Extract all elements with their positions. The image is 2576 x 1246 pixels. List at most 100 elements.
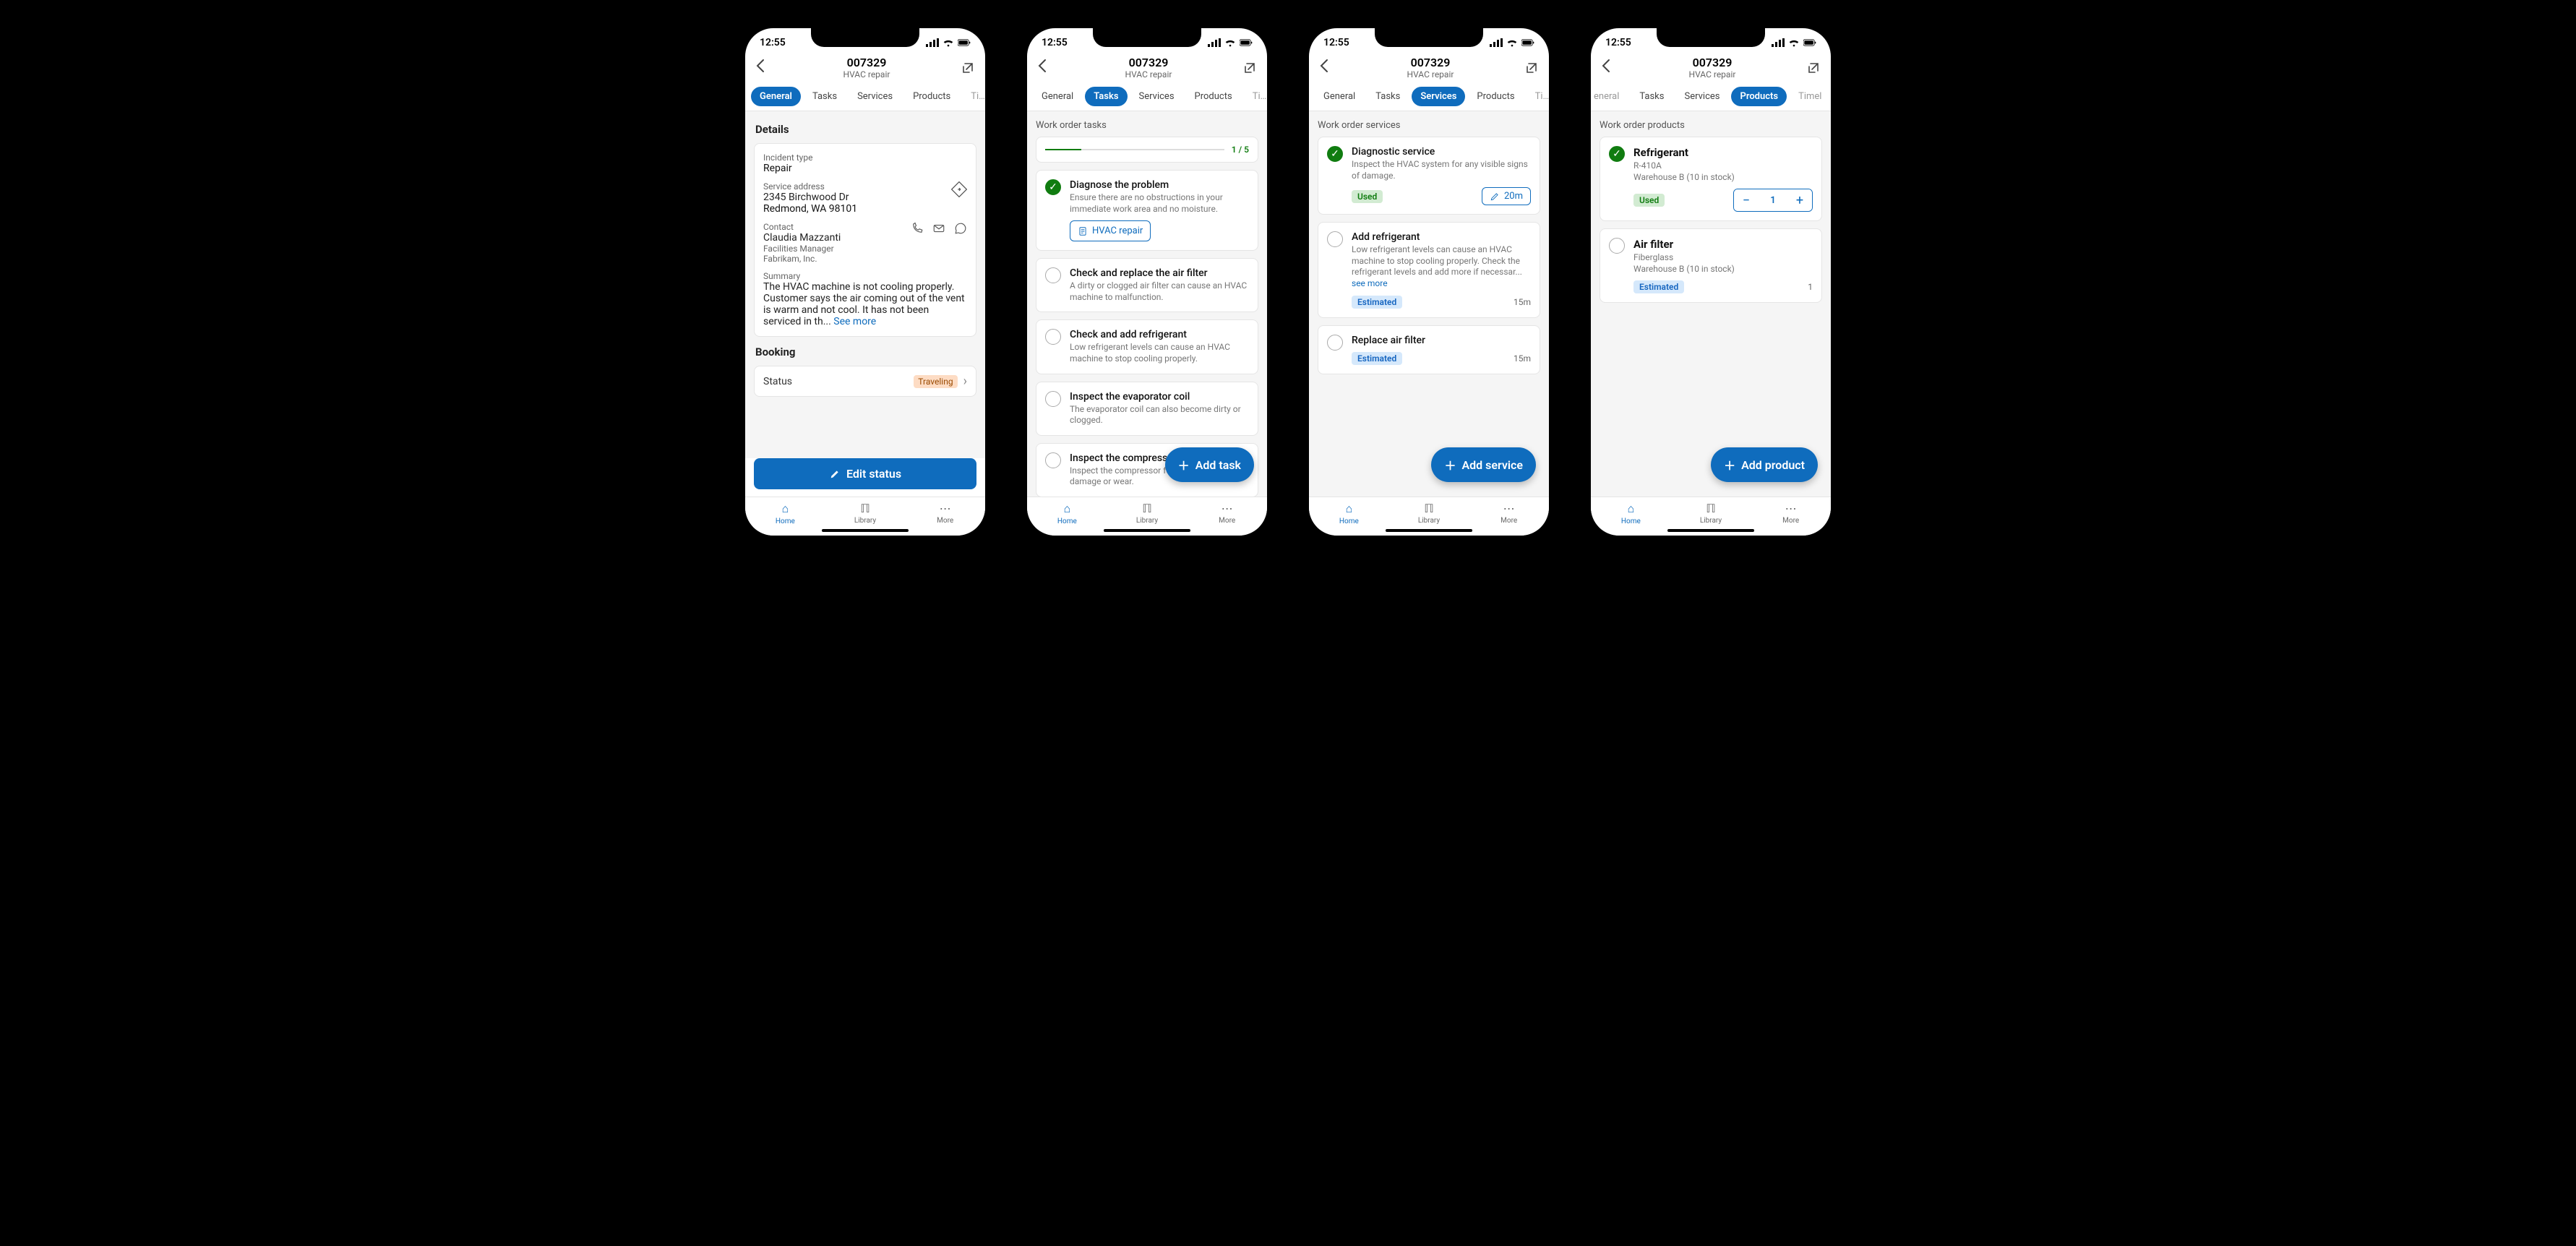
plus-icon: ＋ [1724,456,1735,473]
nav-more[interactable]: ⋯More [1751,497,1831,536]
task-sub: Low refrigerant levels can cause an HVAC… [1070,342,1249,364]
status-time: 12:55 [760,37,786,48]
service-item[interactable]: Replace air filter Estimated 15m [1318,325,1540,374]
tab-timeline[interactable]: Ti… [1527,87,1549,106]
tab-general[interactable]: General [1033,87,1082,106]
add-service-button[interactable]: ＋Add service [1431,447,1536,482]
task-checkbox[interactable] [1045,452,1061,468]
qty-minus-button[interactable]: − [1734,189,1759,211]
home-icon: ⌂ [1591,502,1671,516]
tab-products[interactable]: Products [1731,87,1787,106]
back-button[interactable] [1319,59,1336,77]
open-external-icon[interactable] [1524,61,1539,75]
task-checkbox[interactable]: ✓ [1045,179,1061,195]
task-item[interactable]: Inspect the evaporator coilThe evaporato… [1036,382,1258,436]
add-task-button[interactable]: ＋Add task [1165,447,1254,482]
product-stock: Warehouse B (10 in stock) [1633,264,1813,275]
nav-home[interactable]: ⌂Home [1309,497,1389,536]
task-checkbox[interactable] [1045,329,1061,345]
back-button[interactable] [755,59,773,77]
tab-tasks[interactable]: Tasks [804,87,846,106]
nav-more[interactable]: ⋯More [1469,497,1549,536]
service-item[interactable]: ✓ Diagnostic service Inspect the HVAC sy… [1318,137,1540,215]
tab-tasks[interactable]: Tasks [1631,87,1673,106]
tab-services[interactable]: Services [849,87,901,106]
product-checkbox[interactable] [1609,238,1625,254]
chevron-right-icon: › [963,374,967,389]
content-general: Details Incident type Repair Service add… [745,111,985,458]
edit-status-button[interactable]: Edit status [754,458,976,489]
tab-timeline[interactable]: Ti… [962,87,985,106]
service-checkbox[interactable]: ✓ [1327,146,1343,162]
nav-home[interactable]: ⌂Home [1591,497,1671,536]
duration-button[interactable]: 20m [1482,187,1531,205]
qty-plus-button[interactable]: + [1787,189,1812,211]
tab-general[interactable]: General [1315,87,1364,106]
tab-products[interactable]: Products [904,87,959,106]
tasks-section-title: Work order tasks [1036,120,1258,131]
pencil-icon [829,468,841,480]
task-sub: The evaporator coil can also become dirt… [1070,404,1249,426]
nav-more[interactable]: ⋯More [905,497,985,536]
address-line2: Redmond, WA 98101 [763,203,951,215]
tab-timeline[interactable]: Ti… [1244,87,1267,106]
edit-status-label: Edit status [846,467,901,481]
tab-services[interactable]: Services [1675,87,1728,106]
product-item[interactable]: Air filter Fiberglass Warehouse B (10 in… [1600,228,1822,303]
see-more-link[interactable]: see more [1352,278,1388,288]
library-icon: ℿ [1389,502,1469,515]
home-indicator [1386,529,1472,532]
back-button[interactable] [1037,59,1055,77]
service-checkbox[interactable] [1327,231,1343,247]
content-tasks: Work order tasks 1 / 5 ✓ Diagnose the pr… [1027,111,1267,497]
task-item[interactable]: ✓ Diagnose the problem Ensure there are … [1036,170,1258,251]
product-item[interactable]: ✓ Refrigerant R-410A Warehouse B (10 in … [1600,137,1822,221]
status-icons [926,36,971,49]
task-item[interactable]: Check and add refrigerantLow refrigerant… [1036,319,1258,374]
message-icon[interactable] [954,222,967,238]
tab-services[interactable]: Services [1130,87,1183,106]
task-checkbox[interactable] [1045,391,1061,407]
wifi-icon [942,36,955,49]
product-title: Refrigerant [1633,146,1813,159]
open-external-icon[interactable] [1242,61,1257,75]
tab-services[interactable]: Services [1412,87,1465,106]
see-more-link[interactable]: See more [833,316,876,327]
tab-bar: General Tasks Services Products Ti… [1027,82,1267,111]
add-product-button[interactable]: ＋Add product [1711,447,1818,482]
nav-home[interactable]: ⌂Home [745,497,825,536]
more-icon: ⋯ [1469,502,1549,515]
tab-products[interactable]: Products [1468,87,1523,106]
plus-icon: ＋ [1444,456,1456,473]
library-icon: ℿ [1107,502,1188,515]
tab-general[interactable]: General [751,87,801,106]
task-link-button[interactable]: HVAC repair [1070,220,1151,241]
directions-icon[interactable] [951,181,967,200]
incident-type-value: Repair [763,163,967,174]
phone-icon[interactable] [911,222,924,238]
task-title: Check and replace the air filter [1070,267,1249,279]
tab-tasks[interactable]: Tasks [1085,87,1127,106]
product-checkbox[interactable]: ✓ [1609,146,1625,162]
service-item[interactable]: Add refrigerant Low refrigerant levels c… [1318,222,1540,317]
service-sub: Low refrigerant levels can cause an HVAC… [1352,244,1531,289]
nav-more[interactable]: ⋯More [1187,497,1267,536]
open-external-icon[interactable] [961,61,975,75]
home-icon: ⌂ [1309,502,1389,516]
product-sku: Fiberglass [1633,252,1813,264]
summary-label: Summary [763,271,967,281]
quantity-stepper: − 1 + [1733,189,1813,212]
tab-timeline[interactable]: Timel [1790,87,1830,106]
tab-general[interactable]: eneral [1591,87,1628,106]
tab-products[interactable]: Products [1186,87,1241,106]
notch [1657,28,1765,47]
open-external-icon[interactable] [1806,61,1821,75]
task-checkbox[interactable] [1045,267,1061,283]
tab-tasks[interactable]: Tasks [1367,87,1409,106]
back-button[interactable] [1601,59,1618,77]
nav-home[interactable]: ⌂Home [1027,497,1107,536]
booking-status-row[interactable]: Status Traveling › [754,366,976,397]
task-item[interactable]: Check and replace the air filterA dirty … [1036,258,1258,312]
service-checkbox[interactable] [1327,335,1343,351]
email-icon[interactable] [932,222,945,238]
